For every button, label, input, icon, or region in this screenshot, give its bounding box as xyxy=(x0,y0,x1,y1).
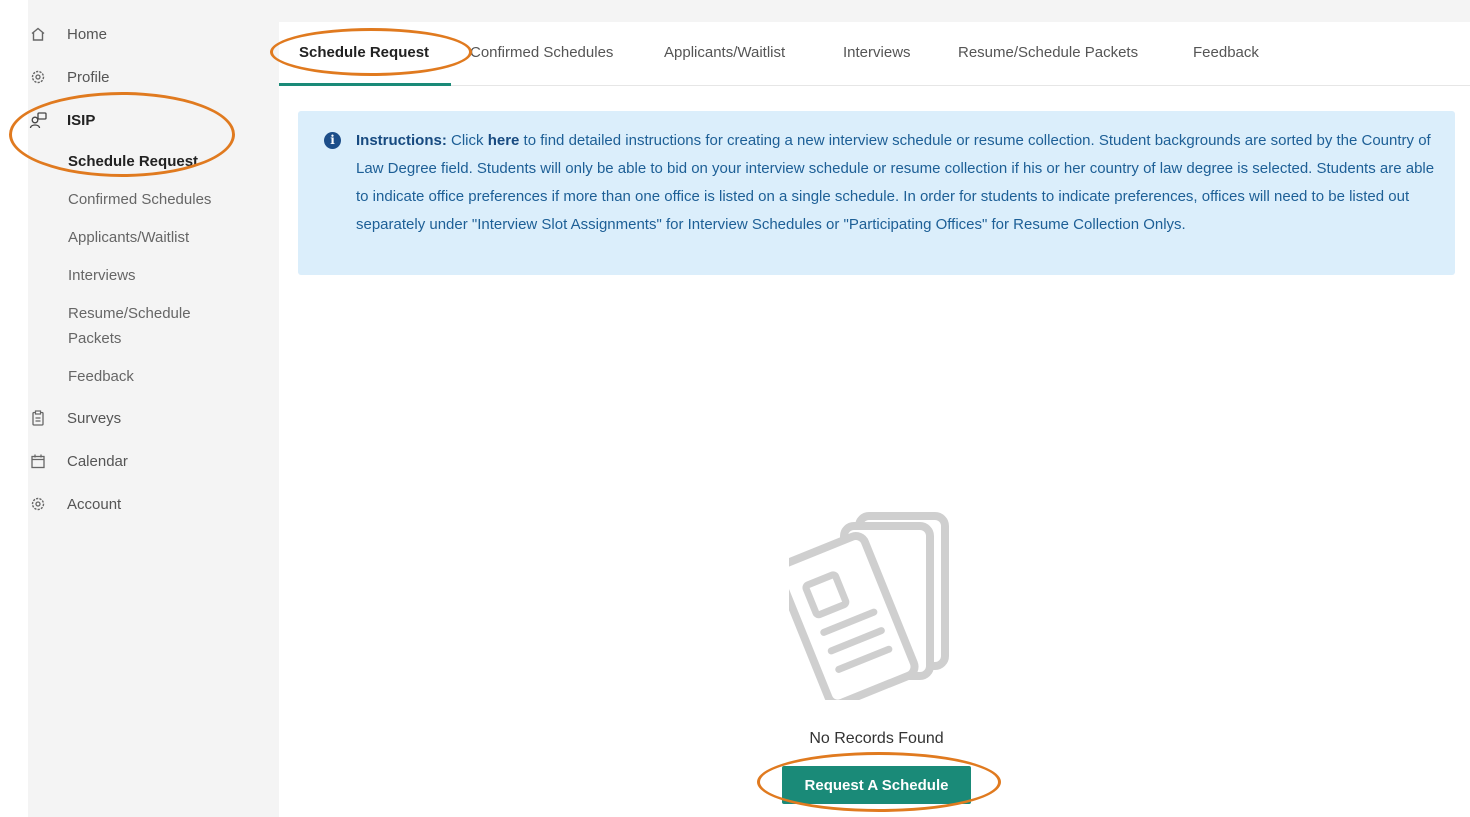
user-chat-icon xyxy=(28,110,48,130)
instructions-text-before: Click xyxy=(446,132,488,149)
active-tab-indicator xyxy=(279,83,451,86)
calendar-icon xyxy=(28,451,48,471)
sidebar-item-label: Account xyxy=(67,495,122,513)
tab-interviews[interactable]: Interviews xyxy=(843,44,911,61)
tab-feedback[interactable]: Feedback xyxy=(1193,44,1259,61)
tab-resume-schedule-packets[interactable]: Resume/Schedule Packets xyxy=(958,44,1138,61)
sidebar-item-calendar[interactable]: Calendar xyxy=(28,451,128,471)
request-schedule-button[interactable]: Request A Schedule xyxy=(782,766,971,804)
sidebar-subitem-resume-schedule-packets[interactable]: Resume/Schedule Packets xyxy=(68,301,218,351)
tab-schedule-request[interactable]: Schedule Request xyxy=(299,44,429,61)
sidebar-subitem-interviews[interactable]: Interviews xyxy=(68,263,136,288)
gear-icon xyxy=(28,67,48,87)
empty-state-message: No Records Found xyxy=(809,730,944,747)
sidebar-item-profile[interactable]: Profile xyxy=(28,67,110,87)
sidebar-item-home[interactable]: Home xyxy=(28,24,107,44)
tab-confirmed-schedules[interactable]: Confirmed Schedules xyxy=(470,44,613,61)
main-content: Schedule Request Confirmed Schedules App… xyxy=(279,22,1470,817)
documents-icon xyxy=(775,510,964,708)
sidebar-item-label: ISIP xyxy=(67,111,96,129)
sidebar-subitem-feedback[interactable]: Feedback xyxy=(68,364,134,389)
sidebar-item-label: Profile xyxy=(67,68,110,86)
top-strip xyxy=(279,0,1470,22)
clipboard-icon xyxy=(28,408,48,428)
sidebar-item-label: Calendar xyxy=(67,452,128,470)
instructions-label: Instructions: xyxy=(356,132,447,149)
sidebar-subitem-schedule-request[interactable]: Schedule Request xyxy=(68,149,198,174)
sidebar-item-label: Surveys xyxy=(67,409,122,427)
tab-bar: Schedule Request Confirmed Schedules App… xyxy=(279,22,1470,86)
sidebar-subitem-confirmed-schedules[interactable]: Confirmed Schedules xyxy=(68,187,211,212)
gear-icon xyxy=(28,494,48,514)
sidebar-item-account[interactable]: Account xyxy=(28,494,121,514)
instructions-banner: i Instructions: Click here to find detai… xyxy=(298,111,1455,275)
sidebar-item-isip[interactable]: ISIP xyxy=(28,110,95,130)
home-icon xyxy=(28,24,48,44)
sidebar: Home Profile ISIP Schedule Request Confi… xyxy=(28,0,279,817)
info-icon: i xyxy=(324,132,341,149)
sidebar-item-label: Home xyxy=(67,25,108,43)
tab-applicants-waitlist[interactable]: Applicants/Waitlist xyxy=(664,44,785,61)
sidebar-item-surveys[interactable]: Surveys xyxy=(28,408,121,428)
instructions-here-link[interactable]: here xyxy=(488,132,520,149)
sidebar-subitem-applicants-waitlist[interactable]: Applicants/Waitlist xyxy=(68,225,189,250)
